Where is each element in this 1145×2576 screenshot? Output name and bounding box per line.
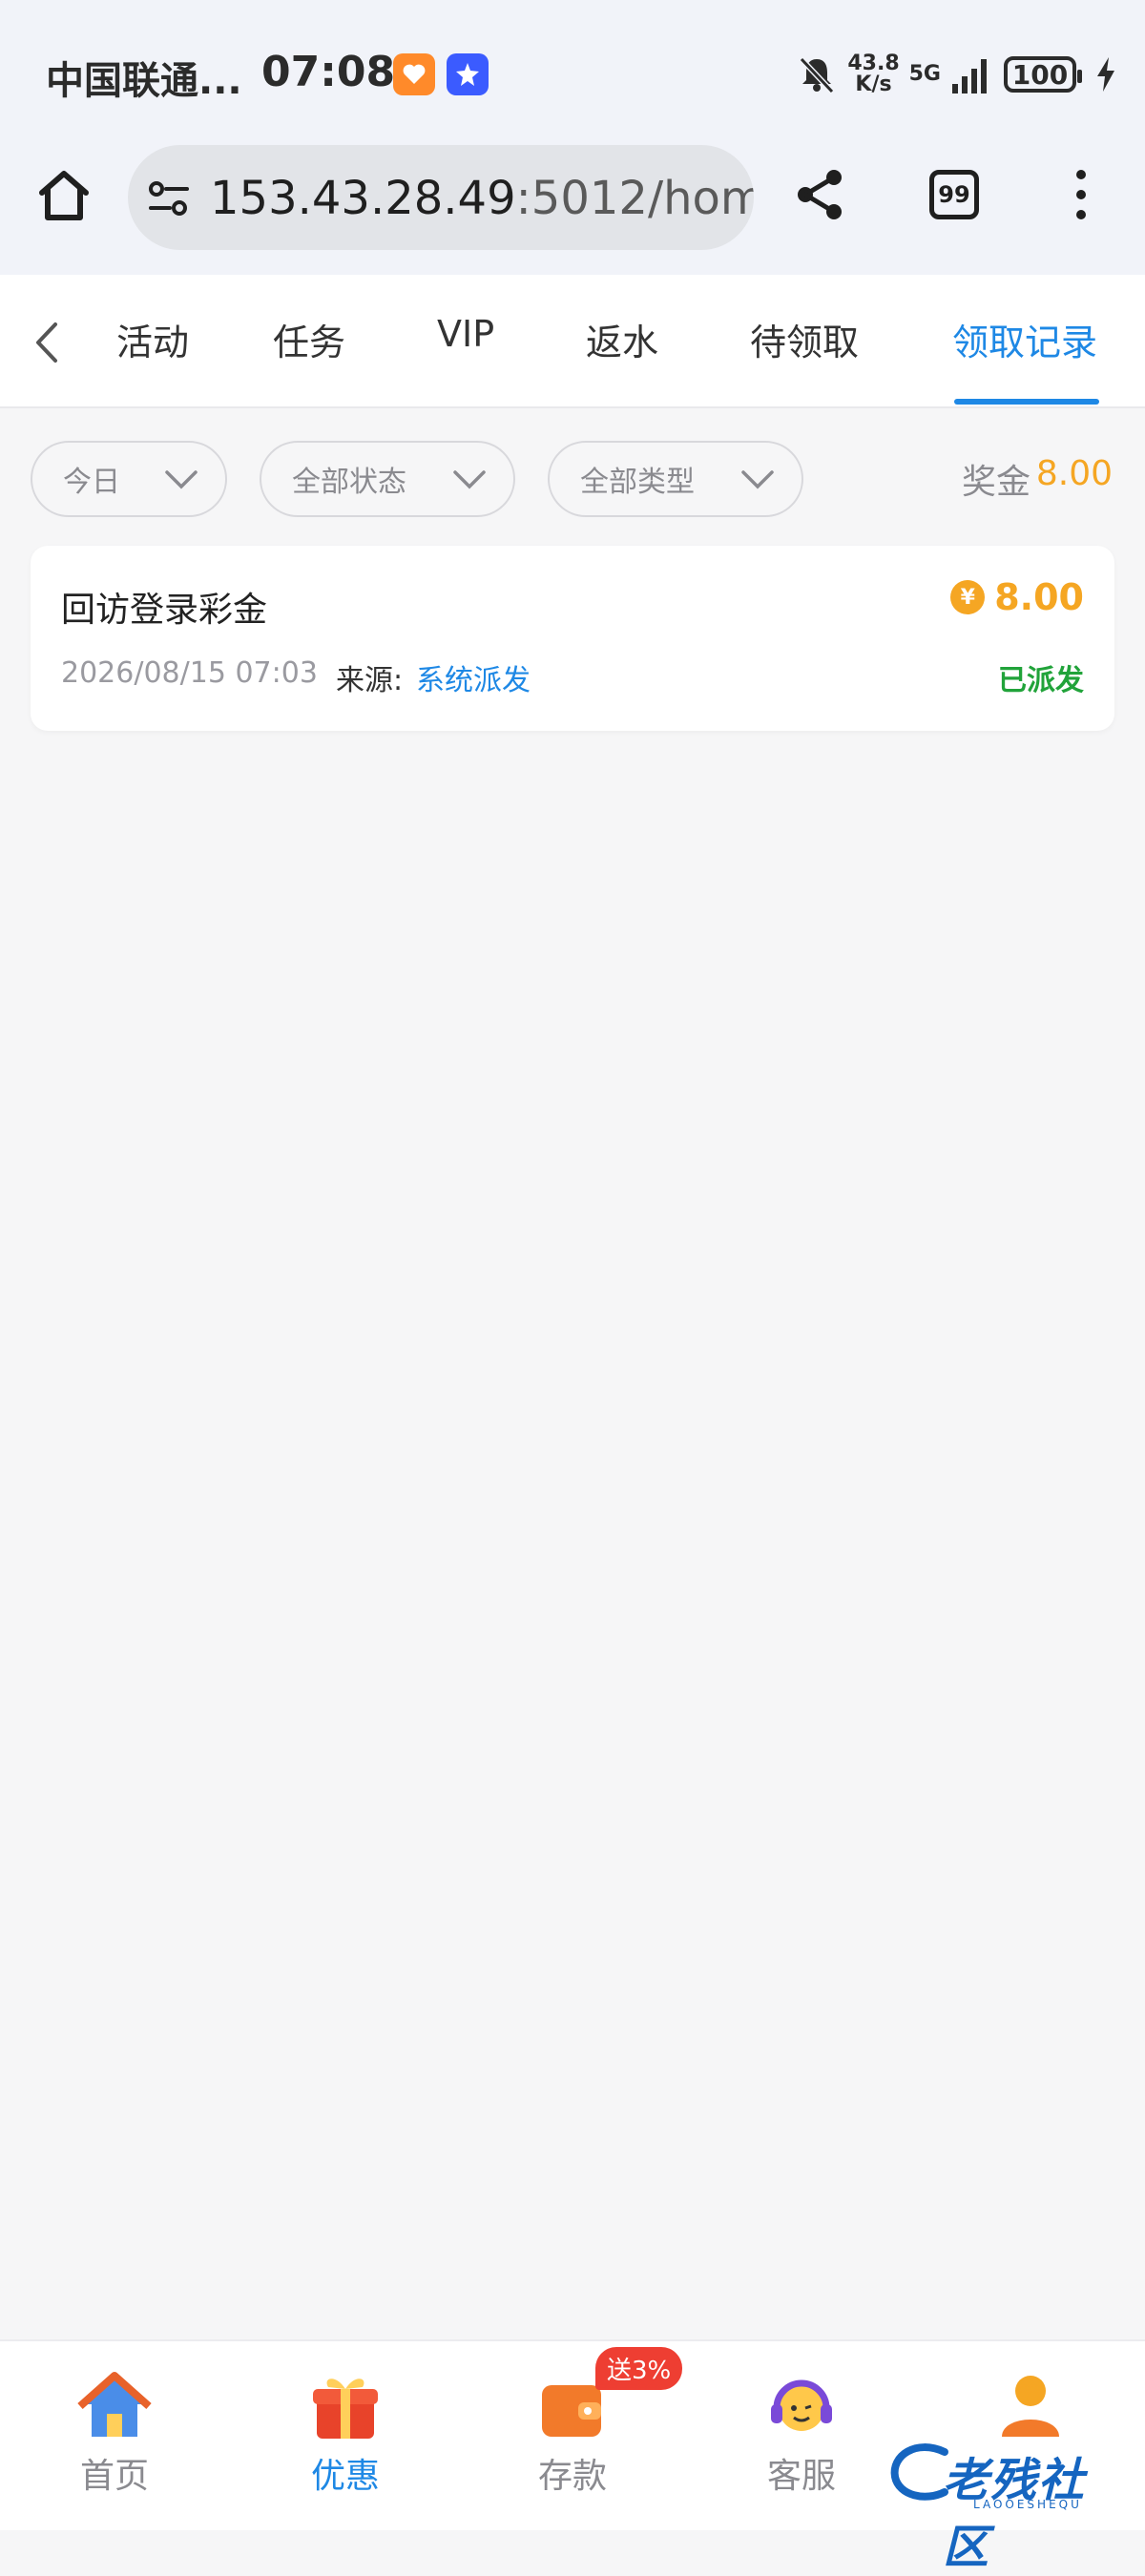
date-filter-label: 今日 [63, 466, 120, 499]
promo-tabs: 活动 任务 VIP 返水 待领取 领取记录 [0, 275, 1145, 408]
signal-icon [952, 59, 987, 93]
status-bar: 中国联通... 07:08 43.8 K/s 5G 100 [0, 0, 1145, 143]
record-amount: ¥ 8.00 [950, 576, 1084, 618]
nav-home[interactable]: 首页 [48, 2370, 181, 2498]
charging-icon [1097, 57, 1114, 92]
net-speed-value: 43.8 [847, 52, 900, 75]
net-speed: 43.8 K/s [847, 53, 899, 95]
record-source: 系统派发 [416, 664, 531, 697]
chevron-left-icon[interactable] [32, 319, 61, 366]
more-menu-icon[interactable] [1069, 170, 1093, 227]
url-host: 153.43.28.49 [210, 172, 516, 225]
nav-promotions[interactable]: 优惠 [279, 2370, 412, 2498]
tab-pending[interactable]: 待领取 [750, 313, 859, 365]
nav-support[interactable]: 客服 [735, 2370, 868, 2498]
status-indicators: 43.8 K/s 5G 100 [796, 46, 1116, 103]
filter-bar: 今日 全部状态 全部类型 奖金 8.00 [0, 408, 1145, 544]
record-title: 回访登录彩金 [61, 591, 268, 630]
battery-indicator: 100 [1004, 56, 1082, 93]
nav-support-label: 客服 [766, 2457, 836, 2496]
tab-vip[interactable]: VIP [437, 313, 494, 355]
tab-switcher-button[interactable]: 99 [929, 170, 979, 219]
status-time: 07:08 [261, 48, 396, 96]
tab-rebate[interactable]: 返水 [586, 313, 658, 365]
status-filter[interactable]: 全部状态 [260, 441, 515, 517]
share-icon[interactable] [792, 166, 849, 223]
net-speed-unit: K/s [855, 73, 892, 96]
house-icon [77, 2372, 152, 2437]
tab-tasks[interactable]: 任务 [273, 313, 345, 365]
chevron-down-icon [741, 470, 774, 489]
url-text[interactable]: 153.43.28.49:5012/home/ [210, 172, 754, 225]
record-status: 已派发 [998, 664, 1084, 697]
active-tab-indicator [954, 399, 1099, 405]
type-filter[interactable]: 全部类型 [548, 441, 803, 517]
deposit-promo-badge: 送3% [595, 2347, 683, 2390]
bonus-total-label: 奖金 [961, 463, 1030, 502]
record-source-label: 来源: [336, 664, 404, 697]
tab-claim-records[interactable]: 领取记录 [952, 313, 1097, 365]
watermark-logo: 老残社区 LAOOESHEQU [887, 2433, 1126, 2574]
record-date: 2026/08/15 07:03 [61, 656, 318, 690]
status-filter-label: 全部状态 [292, 466, 406, 499]
user-avatar-icon [1002, 2376, 1059, 2437]
headset-support-icon [771, 2379, 832, 2431]
bottom-nav: 首页 优惠 存款 送3% 客服 老残社区 LAOOESHEQU [0, 2339, 1145, 2574]
site-settings-icon[interactable] [147, 177, 191, 219]
network-type: 5G [908, 62, 941, 86]
url-path: :5012/home/ [515, 172, 754, 225]
browser-toolbar: 153.43.28.49:5012/home/ 99 [0, 143, 1145, 275]
yuan-coin-icon: ¥ [950, 580, 986, 614]
watermark-subtext: LAOOESHEQU [973, 2498, 1082, 2511]
nav-promotions-label: 优惠 [310, 2457, 380, 2496]
record-amount-value: 8.00 [994, 576, 1084, 618]
star-app-icon [447, 53, 489, 95]
home-icon[interactable] [34, 166, 94, 225]
chevron-down-icon [453, 470, 486, 489]
carrier-name: 中国联通... [46, 59, 242, 103]
type-filter-label: 全部类型 [580, 466, 695, 499]
chevron-down-icon [165, 470, 198, 489]
record-card[interactable]: 回访登录彩金 ¥ 8.00 2026/08/15 07:03 来源: 系统派发 … [31, 546, 1114, 731]
address-bar[interactable]: 153.43.28.49:5012/home/ [128, 145, 754, 250]
gift-box-icon [313, 2379, 378, 2439]
bonus-total-value: 8.00 [1035, 454, 1113, 493]
tab-activity[interactable]: 活动 [116, 313, 189, 365]
heart-app-icon [393, 53, 435, 95]
date-filter[interactable]: 今日 [31, 441, 227, 517]
nav-home-label: 首页 [79, 2457, 149, 2496]
mute-bell-icon [800, 56, 835, 94]
nav-deposit-label: 存款 [537, 2457, 607, 2496]
